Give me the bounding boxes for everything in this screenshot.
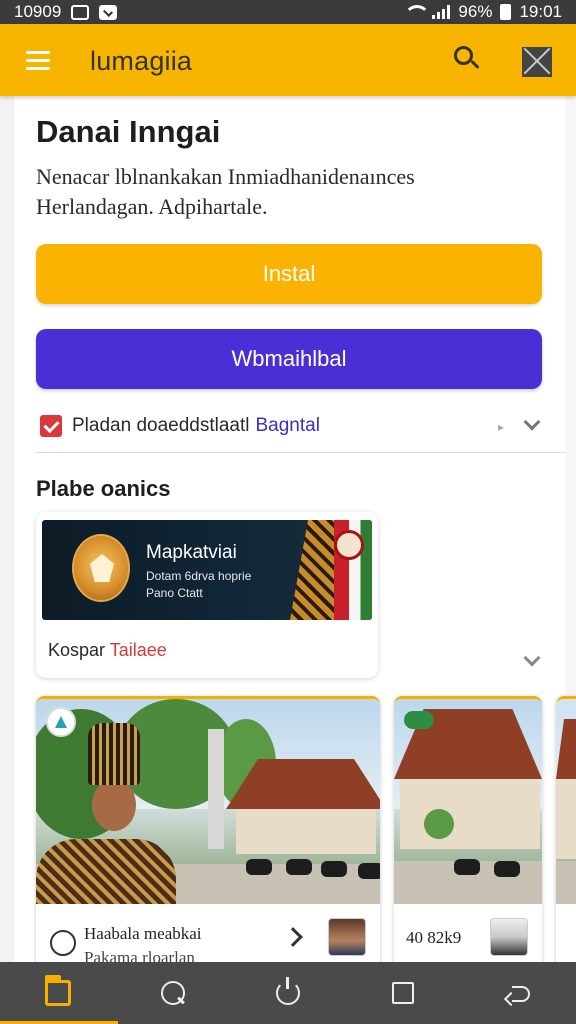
photo-card[interactable]: Haabala meabkai Pakama rloarlan bbox=[36, 696, 380, 996]
app-bar: lumagiia bbox=[0, 24, 576, 96]
consent-row[interactable]: Pladan doaeddstlaatl Bagntal ▸ bbox=[40, 410, 541, 442]
battery-percent: 96% bbox=[458, 2, 493, 21]
install-button[interactable]: Instal bbox=[36, 244, 542, 304]
wifi-icon bbox=[404, 5, 431, 19]
feature-footer: Kospar Tailaee bbox=[48, 640, 167, 661]
photo-card[interactable] bbox=[556, 696, 576, 996]
page-description: Nenacar lblnankakan Inmiadhanidenaınces … bbox=[36, 164, 415, 219]
main-content: Danai Inngai Nenacar lblnankakan Inmiadh… bbox=[14, 96, 576, 996]
power-icon bbox=[276, 977, 300, 1005]
card-title: Haabala meabkai bbox=[84, 924, 202, 943]
card-photo bbox=[36, 699, 380, 904]
search-icon[interactable] bbox=[452, 44, 482, 74]
chat-icon bbox=[160, 981, 185, 1005]
banner-title: Mapkatviai bbox=[146, 542, 237, 563]
author-thumbnail bbox=[490, 918, 528, 956]
select-radio[interactable] bbox=[50, 930, 76, 956]
section-title: Plabe oanics bbox=[36, 476, 171, 501]
check-notification-icon bbox=[99, 4, 118, 20]
square-icon bbox=[392, 982, 415, 1004]
card-photo bbox=[394, 699, 542, 904]
status-right: 96% 19:01 bbox=[404, 2, 562, 22]
secondary-button[interactable]: Wbmaihlbal bbox=[36, 329, 542, 389]
chevron-down-icon[interactable] bbox=[523, 413, 541, 431]
back-icon bbox=[506, 984, 531, 1002]
divider bbox=[36, 452, 566, 453]
card-logo-badge bbox=[46, 707, 76, 737]
nav-recent[interactable] bbox=[346, 962, 461, 1024]
chevron-down-icon[interactable] bbox=[523, 649, 541, 667]
close-icon[interactable] bbox=[522, 47, 552, 77]
notification-icon bbox=[71, 4, 90, 20]
status-time-right: 19:01 bbox=[519, 2, 562, 21]
consent-label: Pladan doaeddstlaatl bbox=[72, 415, 250, 436]
menu-icon[interactable] bbox=[26, 51, 50, 70]
feature-card[interactable]: Mapkatviai Dotam 6drva hoprie Pano Ctatt… bbox=[36, 512, 378, 678]
banner-disc-icon bbox=[334, 530, 364, 560]
status-time-left: 10909 bbox=[14, 2, 62, 21]
feature-banner[interactable]: Mapkatviai Dotam 6drva hoprie Pano Ctatt bbox=[42, 520, 372, 620]
banner-subtitle: Dotam 6drva hoprie bbox=[146, 569, 252, 583]
status-bar: 10909 96% 19:01 bbox=[0, 0, 576, 24]
battery-icon bbox=[500, 4, 512, 20]
page-title: Danai Inngai bbox=[36, 114, 221, 149]
consent-checkbox[interactable] bbox=[40, 415, 62, 437]
status-left: 10909 bbox=[14, 2, 118, 22]
nav-chat[interactable] bbox=[115, 962, 230, 1024]
card-title: 40 82k9 bbox=[406, 928, 462, 947]
chevron-right-icon[interactable] bbox=[283, 927, 303, 947]
author-thumbnail bbox=[328, 918, 366, 956]
small-arrow-icon: ▸ bbox=[498, 420, 505, 434]
photo-card[interactable]: 40 82k9 bbox=[394, 696, 542, 996]
card-photo bbox=[556, 699, 576, 904]
feature-footer-accent[interactable]: Tailaee bbox=[110, 640, 167, 660]
consent-link[interactable]: Bagntal bbox=[255, 415, 319, 437]
nav-home[interactable] bbox=[0, 962, 118, 1024]
bottom-navigation bbox=[0, 962, 576, 1024]
nav-back[interactable] bbox=[461, 962, 576, 1024]
signal-icon bbox=[432, 5, 451, 19]
home-icon bbox=[44, 975, 71, 1006]
nav-power[interactable] bbox=[230, 962, 345, 1024]
app-title: lumagiia bbox=[90, 46, 193, 76]
card-badge bbox=[404, 711, 434, 729]
emblem-logo bbox=[72, 534, 130, 602]
app-screen: 10909 96% 19:01 lumagiia Danai Inngai Ne… bbox=[0, 0, 576, 1024]
banner-subtitle-2: Pano Ctatt bbox=[146, 586, 203, 600]
feature-footer-text: Kospar bbox=[48, 640, 106, 660]
